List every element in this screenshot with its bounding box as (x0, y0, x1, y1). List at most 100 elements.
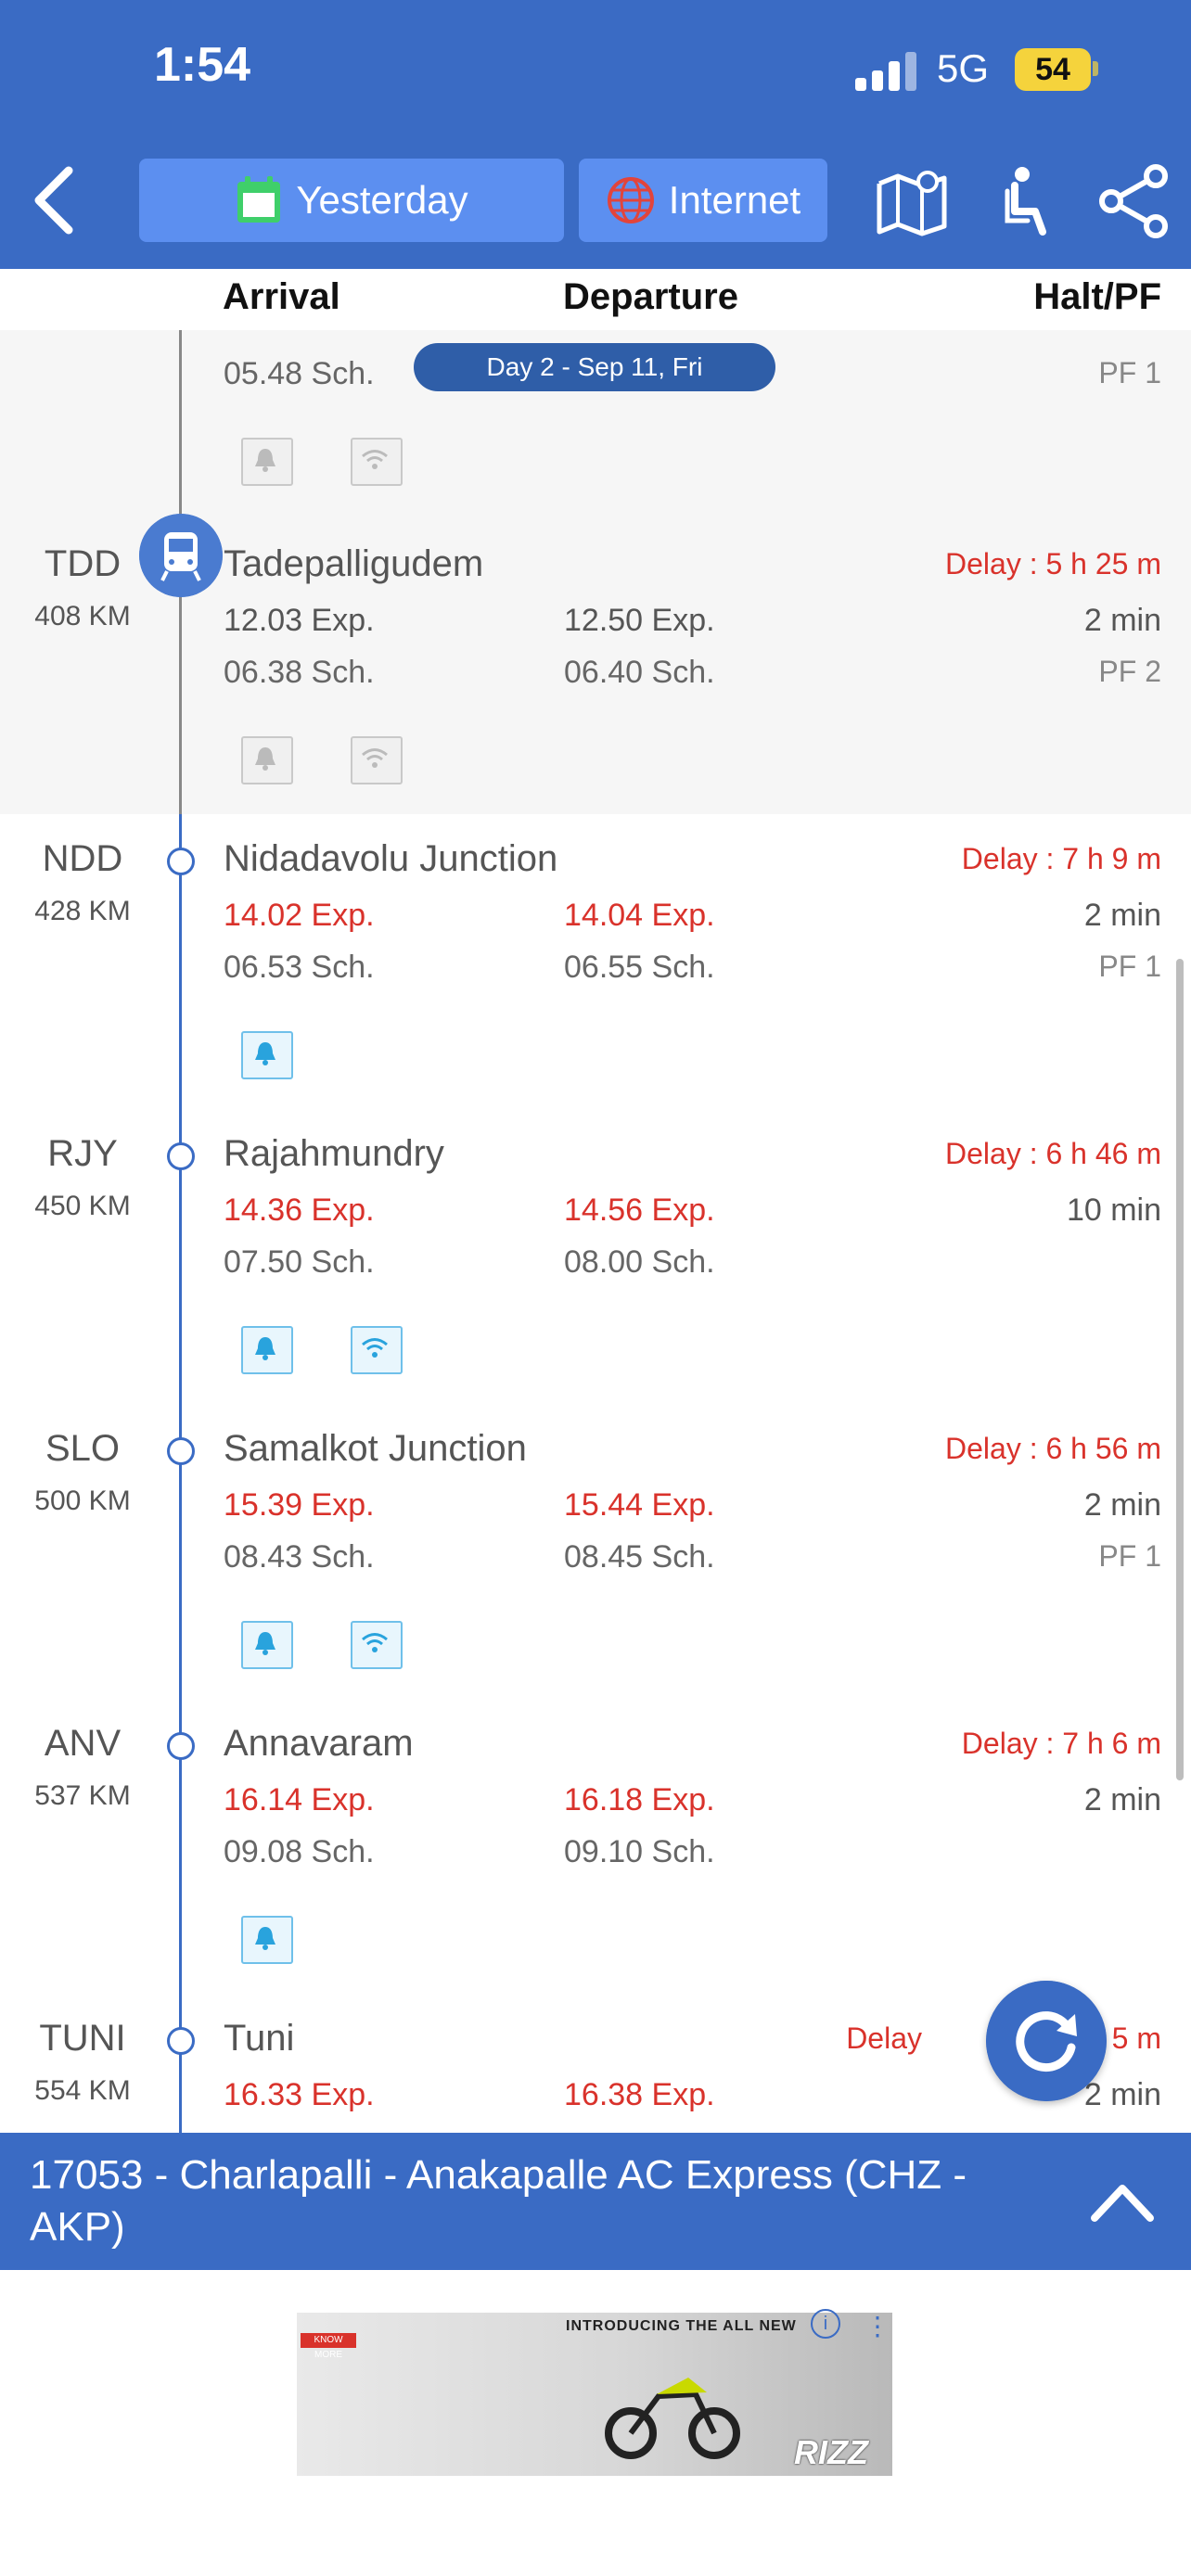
station-km: 537 KM (34, 1780, 131, 1811)
halt-duration: 2 min (1083, 603, 1161, 638)
scrollbar[interactable] (1176, 959, 1184, 1780)
halt-duration: 10 min (1066, 1192, 1161, 1228)
platform: PF 1 (1098, 1539, 1161, 1573)
halt-duration: 2 min (1083, 1487, 1161, 1523)
departure-scheduled: 06.55 Sch. (564, 950, 715, 985)
train-info-bar[interactable]: 17053 - Charlapalli - Anakapalle AC Expr… (0, 2133, 1191, 2270)
halt-duration: 2 min (1083, 1782, 1161, 1817)
station-km: 500 KM (34, 1486, 131, 1516)
station-row-tdd[interactable]: TDD 408 KM Tadepalligudem Delay : 5 h 25… (0, 514, 1191, 838)
yesterday-button[interactable]: Yesterday (139, 159, 564, 242)
departure-scheduled: 08.00 Sch. (564, 1244, 715, 1280)
departure-scheduled: 09.10 Sch. (564, 1834, 715, 1869)
arrival-expected: 16.33 Exp. (224, 2077, 375, 2112)
arrival-expected: 15.39 Exp. (224, 1487, 375, 1523)
station-km: 408 KM (34, 601, 131, 631)
alarm-icon[interactable] (241, 438, 293, 486)
station-name: Rajahmundry (224, 1133, 444, 1174)
station-name: Tadepalligudem (224, 543, 484, 584)
station-code: NDD (42, 838, 123, 879)
station-dot (167, 2027, 195, 2055)
wifi-icon[interactable] (351, 736, 403, 784)
battery-tip (1093, 61, 1098, 76)
alarm-icon[interactable] (241, 736, 293, 784)
station-name: Nidadavolu Junction (224, 838, 558, 879)
internet-label: Internet (668, 178, 801, 222)
internet-button[interactable]: Internet (579, 159, 827, 242)
station-row-rjy[interactable]: RJY 450 KM Rajahmundry Delay : 6 h 46 m … (0, 1133, 1191, 1428)
delay-text-tail: 5 m (1111, 2021, 1161, 2055)
share-icon[interactable] (1096, 163, 1172, 239)
station-row-slo[interactable]: SLO 500 KM Samalkot Junction Delay : 6 h… (0, 1428, 1191, 1723)
arrival-header: Arrival (223, 276, 340, 317)
day-banner: Day 2 - Sep 11, Fri (414, 343, 775, 391)
departure-expected: 15.44 Exp. (564, 1487, 715, 1523)
previous-arrival-sch: 05.48 Sch. (224, 356, 375, 391)
chevron-up-icon[interactable] (1085, 2174, 1159, 2229)
ad-menu-icon[interactable]: ⋮ (864, 2311, 890, 2341)
arrival-expected: 16.14 Exp. (224, 1782, 375, 1817)
station-km: 428 KM (34, 896, 131, 926)
delay-text: Delay : 7 h 9 m (961, 842, 1161, 875)
station-name: Tuni (224, 2018, 295, 2059)
globe-icon (607, 177, 654, 223)
delay-text: Delay : 6 h 56 m (945, 1432, 1161, 1465)
alarm-icon[interactable] (241, 1031, 293, 1079)
train-title: 17053 - Charlapalli - Anakapalle AC Expr… (30, 2152, 967, 2250)
station-code: SLO (45, 1428, 121, 1469)
departure-header: Departure (563, 276, 738, 317)
seat-icon[interactable] (987, 163, 1063, 239)
departure-expected: 16.38 Exp. (564, 2077, 715, 2112)
station-code: TUNI (39, 2018, 126, 2059)
halt-duration: 2 min (1083, 2077, 1161, 2112)
station-km: 450 KM (34, 1191, 131, 1221)
halt-pf-header: Halt/PF (1033, 276, 1161, 317)
arrival-expected: 14.02 Exp. (224, 898, 375, 933)
arrival-scheduled: 06.53 Sch. (224, 950, 375, 985)
station-dot (167, 1437, 195, 1465)
departure-expected: 16.18 Exp. (564, 1782, 715, 1817)
alarm-icon[interactable] (241, 1916, 293, 1964)
arrival-expected: 12.03 Exp. (224, 603, 375, 638)
ad-info-icon[interactable]: i (811, 2309, 840, 2339)
halt-duration: 2 min (1083, 898, 1161, 933)
departure-expected: 14.56 Exp. (564, 1192, 715, 1228)
station-name: Samalkot Junction (224, 1428, 527, 1469)
station-code: ANV (44, 1723, 122, 1764)
column-header: Arrival Departure Halt/PF (0, 269, 1191, 330)
arrival-expected: 14.36 Exp. (224, 1192, 375, 1228)
station-timeline[interactable]: Day 2 - Sep 11, Fri 05.48 Sch. PF 1 TDD … (0, 330, 1191, 2133)
departure-expected: 12.50 Exp. (564, 603, 715, 638)
map-icon[interactable] (874, 163, 950, 239)
station-name: Annavaram (224, 1723, 414, 1764)
app-header: 1:54 5G 54 Yesterday Internet (0, 0, 1191, 269)
platform: PF 1 (1098, 950, 1161, 983)
delay-text: Delay (846, 2021, 922, 2055)
previous-platform: PF 1 (1098, 356, 1161, 389)
ad-cta[interactable]: KNOW MORE (301, 2333, 356, 2360)
motorcycle-icon (605, 2378, 740, 2459)
back-chevron-icon[interactable] (28, 163, 83, 237)
alarm-icon[interactable] (241, 1621, 293, 1669)
alarm-icon[interactable] (241, 1326, 293, 1374)
station-row-anv[interactable]: ANV 537 KM Annavaram Delay : 7 h 6 m 16.… (0, 1723, 1191, 2018)
calendar-icon (237, 176, 281, 223)
refresh-button[interactable] (986, 1981, 1107, 2101)
train-location-icon (139, 514, 223, 597)
ad-headline: INTRODUCING THE ALL NEW (566, 2318, 797, 2334)
battery-icon: 54 (1015, 48, 1091, 91)
departure-expected: 14.04 Exp. (564, 898, 715, 933)
wifi-icon[interactable] (351, 1621, 403, 1669)
arrival-scheduled: 09.08 Sch. (224, 1834, 375, 1869)
advertisement-banner[interactable]: KNOW MORE INTRODUCING THE ALL NEW RIZZ i… (297, 2309, 892, 2476)
departure-scheduled: 06.40 Sch. (564, 655, 715, 690)
signal-icon (855, 50, 916, 91)
arrival-scheduled: 06.38 Sch. (224, 655, 375, 690)
delay-text: Delay : 7 h 6 m (961, 1727, 1161, 1760)
ad-brand: RIZZ (794, 2433, 868, 2471)
wifi-icon[interactable] (351, 438, 403, 486)
station-row-ndd[interactable]: NDD 428 KM Nidadavolu Junction Delay : 7… (0, 838, 1191, 1133)
station-dot (167, 1732, 195, 1760)
wifi-icon[interactable] (351, 1326, 403, 1374)
network-type: 5G (937, 46, 990, 90)
